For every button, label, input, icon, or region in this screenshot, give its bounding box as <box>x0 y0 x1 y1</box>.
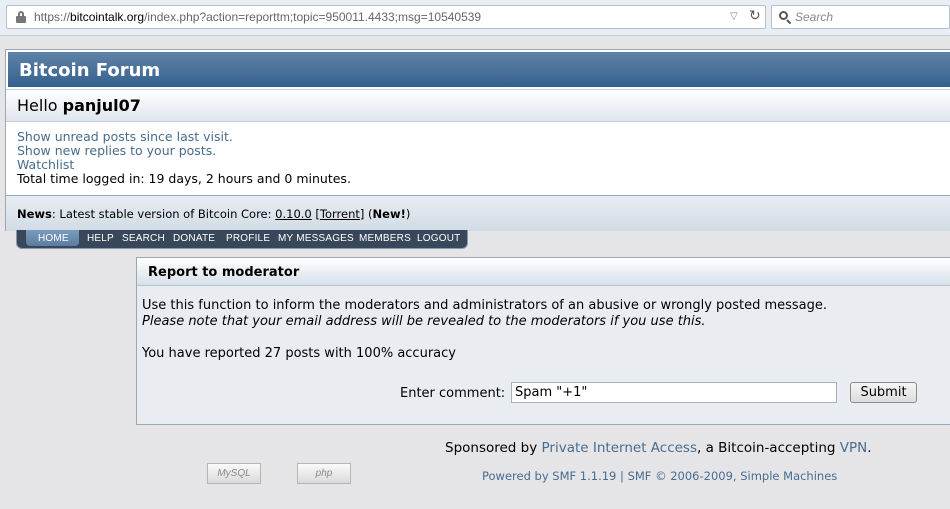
comment-input[interactable] <box>511 382 837 403</box>
menu-help[interactable]: HELP <box>87 233 114 244</box>
menu-search[interactable]: SEARCH <box>122 233 165 244</box>
news-text: News: Latest stable version of Bitcoin C… <box>17 207 411 221</box>
report-title: Report to moderator <box>148 265 300 280</box>
pia-link[interactable]: Private Internet Access <box>542 440 697 456</box>
total-time-logged: Total time logged in: 19 days, 2 hours a… <box>17 171 351 186</box>
menu-donate[interactable]: DONATE <box>173 233 215 244</box>
forum-header: Bitcoin Forum Hello panjul07 Show unread… <box>5 49 950 231</box>
menu-members[interactable]: MEMBERS <box>359 233 411 244</box>
report-header: Report to moderator <box>137 258 950 286</box>
search-icon <box>779 11 792 25</box>
smf-copyright-link[interactable]: SMF © 2006-2009, Simple Machines <box>628 469 838 483</box>
menu-my-messages[interactable]: MY MESSAGES <box>278 233 354 244</box>
greeting: Hello panjul07 <box>17 96 141 115</box>
chevron-down-icon[interactable]: ▽ <box>730 11 738 22</box>
email-notice: Please note that your email address will… <box>142 314 706 329</box>
torrent-link[interactable]: Torrent <box>320 207 360 221</box>
address-bar[interactable]: https://bitcointalk.org/index.php?action… <box>6 5 766 29</box>
main-menu: HOME HELP SEARCH DONATE PROFILE MY MESSA… <box>16 230 468 249</box>
watchlist-link[interactable]: Watchlist <box>17 158 351 172</box>
comment-label: Enter comment: <box>400 386 506 401</box>
title-bar: Bitcoin Forum <box>6 50 950 89</box>
sponsor-line: Sponsored by Private Internet Access, a … <box>445 440 872 456</box>
url-text: https://bitcointalk.org/index.php?action… <box>34 10 482 24</box>
mysql-badge[interactable]: MySQL <box>207 463 261 484</box>
search-placeholder: Search <box>795 10 834 24</box>
unread-posts-link[interactable]: Show unread posts since last visit. <box>17 130 351 144</box>
version-link[interactable]: 0.10.0 <box>275 207 312 221</box>
report-count: You have reported 27 posts with 100% acc… <box>142 346 456 361</box>
report-description: Use this function to inform the moderato… <box>142 298 828 329</box>
lock-icon <box>16 11 26 23</box>
reload-icon[interactable]: ↻ <box>749 8 761 24</box>
report-form: Report to moderator Use this function to… <box>136 257 950 425</box>
greeting-bar: Hello panjul07 <box>6 89 950 122</box>
php-badge[interactable]: php <box>297 463 351 484</box>
submit-button[interactable]: Submit <box>850 382 917 403</box>
username: panjul07 <box>62 96 141 115</box>
menu-home[interactable]: HOME <box>38 233 69 244</box>
browser-toolbar: https://bitcointalk.org/index.php?action… <box>0 0 950 36</box>
powered-by: Powered by SMF 1.1.19 | SMF © 2006-2009,… <box>482 469 838 483</box>
user-links: Show unread posts since last visit. Show… <box>17 130 351 186</box>
vpn-link[interactable]: VPN <box>840 440 867 456</box>
news-bar: News: Latest stable version of Bitcoin C… <box>6 195 950 231</box>
menu-profile[interactable]: PROFILE <box>226 233 270 244</box>
browser-search-input[interactable]: Search <box>771 5 950 29</box>
smf-version-link[interactable]: Powered by SMF 1.1.19 <box>482 469 616 483</box>
forum-title: Bitcoin Forum <box>19 60 161 81</box>
menu-logout[interactable]: LOGOUT <box>417 233 460 244</box>
new-replies-link[interactable]: Show new replies to your posts. <box>17 144 351 158</box>
